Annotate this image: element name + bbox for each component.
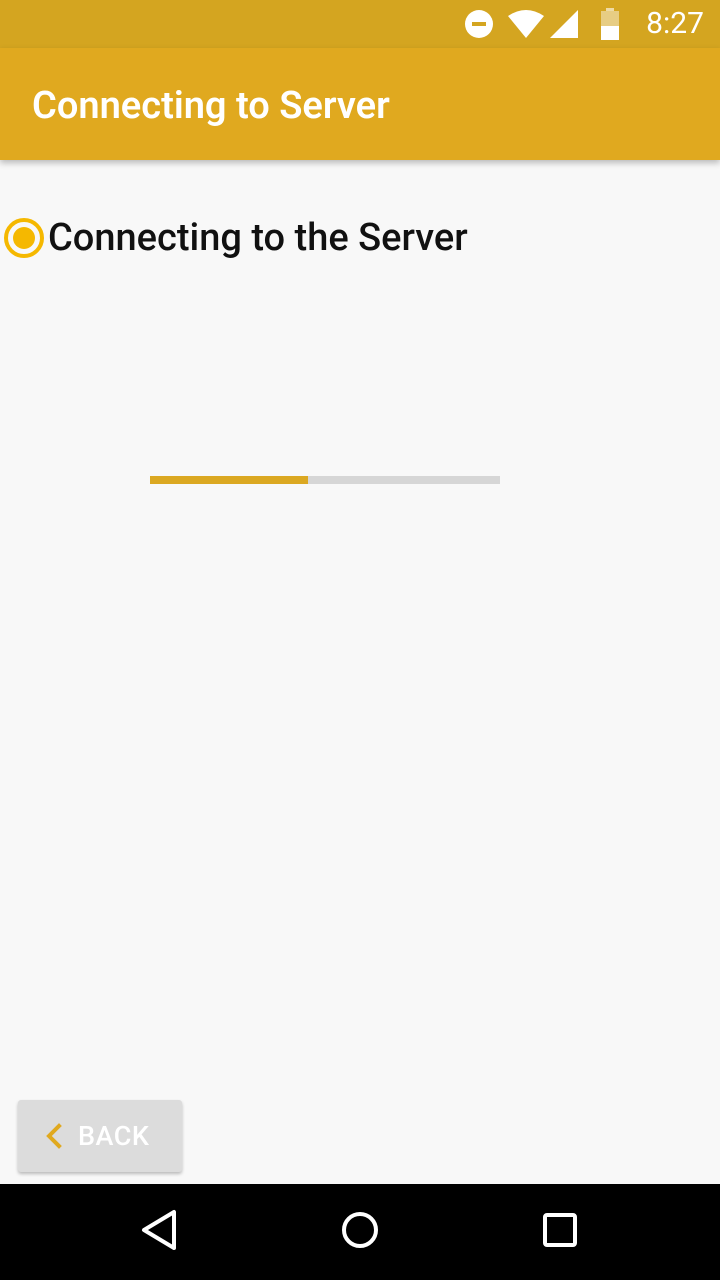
battery-icon bbox=[600, 8, 620, 44]
wifi-icon bbox=[508, 10, 544, 42]
progress-bar bbox=[150, 476, 500, 484]
nav-recents-icon bbox=[542, 1212, 578, 1252]
step-item[interactable]: Connecting to the Server bbox=[4, 214, 468, 262]
nav-back-button[interactable] bbox=[100, 1184, 220, 1280]
chevron-left-icon bbox=[46, 1123, 62, 1149]
status-time: 8:27 bbox=[646, 6, 704, 41]
progress-bar-fill bbox=[150, 476, 308, 484]
nav-recents-button[interactable] bbox=[500, 1184, 620, 1280]
page-title: Connecting to Server bbox=[32, 84, 390, 128]
app-bar: Connecting to Server bbox=[0, 48, 720, 160]
cell-signal-icon bbox=[550, 10, 578, 42]
nav-back-icon bbox=[140, 1208, 180, 1256]
status-bar: 8:27 bbox=[0, 0, 720, 48]
navigation-bar bbox=[0, 1184, 720, 1280]
step-label: Connecting to the Server bbox=[48, 216, 468, 260]
back-button[interactable]: BACK bbox=[18, 1100, 182, 1172]
nav-home-icon bbox=[340, 1210, 380, 1254]
do-not-disturb-icon bbox=[464, 9, 494, 43]
nav-home-button[interactable] bbox=[300, 1184, 420, 1280]
back-button-label: BACK bbox=[78, 1120, 150, 1152]
radio-selected-icon[interactable] bbox=[4, 218, 44, 258]
